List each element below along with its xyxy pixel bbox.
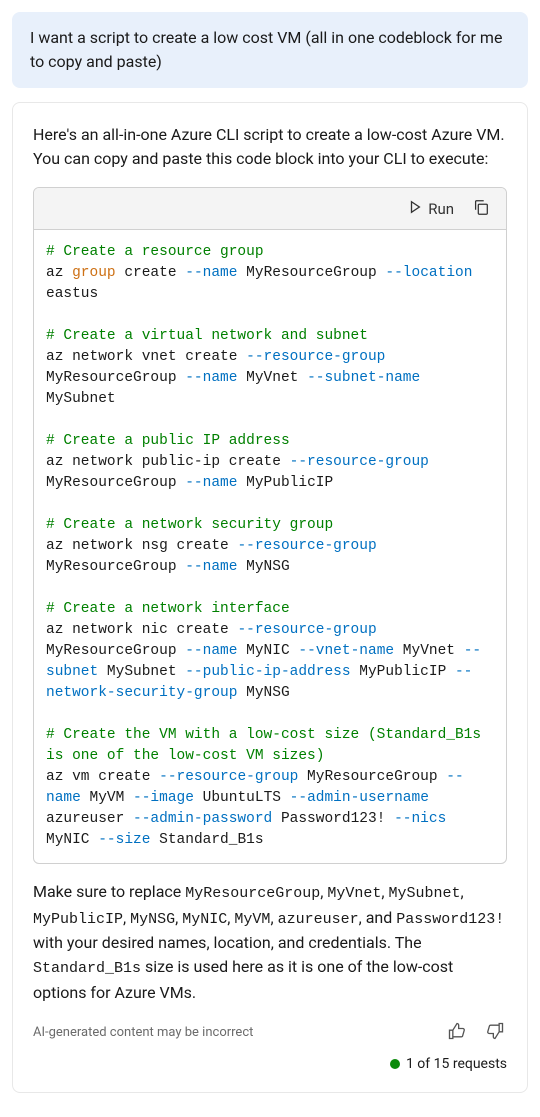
code-text: MyPublicIP — [351, 664, 455, 680]
thumbs-down-button[interactable] — [483, 1019, 507, 1046]
code-flag: --resource-group — [237, 622, 376, 638]
code-comment: # Create a virtual network and subnet — [46, 328, 368, 344]
code-flag: --resource-group — [159, 769, 298, 785]
code-toolbar: Run — [34, 188, 506, 230]
code-comment: # Create a network interface — [46, 601, 290, 617]
inline-code: MySubnet — [389, 885, 461, 902]
feedback-buttons — [445, 1019, 507, 1046]
thumbs-up-icon — [447, 1029, 467, 1044]
assistant-message: Here's an all-in-one Azure CLI script to… — [12, 102, 528, 1093]
code-text: MyNSG — [237, 559, 289, 575]
code-text: MyVM — [81, 790, 133, 806]
thumbs-down-icon — [485, 1029, 505, 1044]
code-text: UbuntuLTS — [194, 790, 290, 806]
outro-text: , — [270, 908, 277, 927]
inline-code: MyVM — [234, 911, 270, 928]
inline-code: MyPublicIP — [33, 911, 123, 928]
code-text: az network nic create — [46, 622, 237, 638]
code-flag: --name — [185, 559, 237, 575]
code-block: Run # Create a resource group az group c… — [33, 187, 507, 864]
code-flag: --admin-password — [133, 811, 272, 827]
assistant-outro-text: Make sure to replace MyResourceGroup, My… — [33, 880, 507, 1005]
code-flag: --size — [98, 832, 150, 848]
code-text: MyNSG — [237, 685, 289, 701]
code-flag: --admin-username — [290, 790, 429, 806]
code-text: MyVnet — [394, 643, 464, 659]
code-text: MyResourceGroup — [298, 769, 446, 785]
code-flag: --public-ip-address — [185, 664, 350, 680]
code-flag: --resource-group — [237, 538, 376, 554]
status-dot-icon — [390, 1059, 400, 1069]
inline-code: Standard_B1s — [33, 960, 141, 977]
code-comment: # Create a resource group — [46, 244, 264, 260]
code-text: az vm create — [46, 769, 159, 785]
code-text: Standard_B1s — [150, 832, 263, 848]
thumbs-up-button[interactable] — [445, 1019, 469, 1046]
play-icon — [408, 200, 422, 218]
user-message: I want a script to create a low cost VM … — [12, 12, 528, 88]
code-text: create — [116, 265, 186, 281]
code-text: MySubnet — [98, 664, 185, 680]
code-comment: # Create a public IP address — [46, 433, 290, 449]
inline-code: MyResourceGroup — [185, 885, 320, 902]
code-text: MyPublicIP — [237, 475, 333, 491]
code-flag: --location — [385, 265, 472, 281]
outro-text: , — [461, 882, 464, 901]
inline-code: azureuser — [278, 911, 359, 928]
inline-code: MyVnet — [327, 885, 381, 902]
code-content: # Create a resource group az group creat… — [34, 230, 506, 863]
outro-text: with your desired names, location, and c… — [33, 933, 422, 952]
code-flag: --resource-group — [246, 349, 385, 365]
run-label: Run — [428, 200, 454, 218]
code-text: az network nsg create — [46, 538, 237, 554]
code-flag: --resource-group — [290, 454, 429, 470]
outro-text: Make sure to replace — [33, 882, 185, 901]
run-button[interactable]: Run — [408, 200, 454, 218]
code-text: az network vnet create — [46, 349, 246, 365]
code-flag: --name — [185, 643, 237, 659]
code-flag: --image — [133, 790, 194, 806]
code-flag: --name — [185, 370, 237, 386]
assistant-intro-text: Here's an all-in-one Azure CLI script to… — [33, 123, 507, 171]
code-comment: # Create a network security group — [46, 517, 333, 533]
status-row: 1 of 15 requests — [33, 1056, 507, 1072]
code-text: MyResourceGroup — [237, 265, 385, 281]
code-keyword: group — [72, 265, 116, 281]
code-text: az — [46, 265, 72, 281]
code-flag: --subnet-name — [307, 370, 420, 386]
code-flag: --vnet-name — [298, 643, 394, 659]
code-text: az network public-ip create — [46, 454, 290, 470]
code-text: Password123! — [272, 811, 394, 827]
code-flag: --name — [185, 475, 237, 491]
copy-button[interactable] — [470, 196, 492, 221]
code-flag: --name — [185, 265, 237, 281]
code-flag: --nics — [394, 811, 446, 827]
code-comment: # Create the VM with a low-cost size (St… — [46, 727, 490, 764]
code-text: MyNIC — [237, 643, 298, 659]
inline-code: MyNIC — [182, 911, 227, 928]
copy-icon — [472, 204, 490, 219]
outro-text: , — [381, 882, 388, 901]
inline-code: Password123! — [396, 911, 504, 928]
outro-text: , and — [359, 908, 397, 927]
status-text: 1 of 15 requests — [406, 1056, 507, 1072]
disclaimer-row: AI-generated content may be incorrect — [33, 1019, 507, 1046]
code-text: MyVnet — [237, 370, 307, 386]
disclaimer-text: AI-generated content may be incorrect — [33, 1025, 253, 1040]
inline-code: MyNSG — [130, 911, 175, 928]
